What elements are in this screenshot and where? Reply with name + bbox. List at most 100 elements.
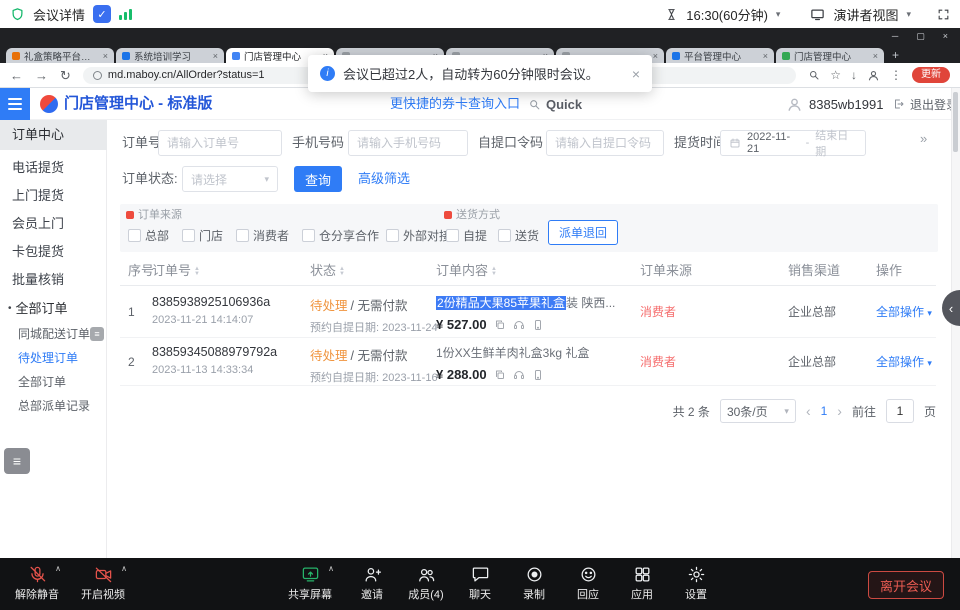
settings-button[interactable]: 设置	[669, 563, 723, 602]
forward-icon[interactable]: →	[35, 69, 48, 82]
reaction-button[interactable]: 回应	[561, 563, 615, 602]
sort-icon[interactable]: ▲▼	[491, 267, 497, 276]
browser-menu-icon[interactable]: ⋮	[890, 68, 902, 82]
browser-tab[interactable]: 平台管理中心×	[666, 48, 774, 63]
row-action-dropdown[interactable]: 全部操作 ▾	[876, 338, 932, 387]
checkbox-external[interactable]: 外部对接	[386, 227, 451, 244]
tab-close-icon[interactable]: ×	[873, 51, 878, 61]
meeting-control-widget[interactable]: ≡	[4, 448, 30, 474]
phone-input[interactable]	[348, 130, 468, 156]
security-shield-icon[interactable]	[10, 7, 25, 22]
sidebar-item-member-visit[interactable]: 会员上门	[0, 210, 107, 238]
copy-icon[interactable]	[494, 369, 506, 381]
window-maximize-icon[interactable]: ▢	[916, 31, 925, 42]
copy-icon[interactable]	[494, 319, 506, 331]
site-info-icon[interactable]	[93, 71, 102, 80]
sidebar-item-batch-verify[interactable]: 批量核销	[0, 266, 107, 294]
order-no-input[interactable]	[158, 130, 282, 156]
unmute-button[interactable]: ∧ 解除静音	[10, 563, 64, 602]
tab-close-icon[interactable]: ×	[763, 51, 768, 61]
coupon-query-link[interactable]: 更快捷的券卡查询入口	[390, 88, 520, 120]
browser-tab[interactable]: 系统培训学习×	[116, 48, 224, 63]
headset-icon[interactable]	[513, 369, 525, 381]
row-action-dropdown[interactable]: 全部操作 ▾	[876, 286, 932, 339]
sort-icon[interactable]: ▲▼	[339, 267, 345, 276]
share-screen-button[interactable]: ∧ 共享屏幕	[283, 563, 337, 602]
quick-search[interactable]: Quick	[528, 88, 582, 120]
chat-button[interactable]: 聊天	[453, 563, 507, 602]
browser-tab[interactable]: 门店管理中心×	[776, 48, 884, 63]
members-button[interactable]: 成员(4)	[399, 563, 453, 602]
mic-options-caret-icon[interactable]: ∧	[55, 564, 61, 573]
checkbox-warehouse-coop[interactable]: 仓分享合作	[302, 227, 379, 244]
date-range-picker[interactable]: 2022-11-21 - 结束日期	[720, 130, 866, 156]
checkbox-consumer[interactable]: 消费者	[236, 227, 289, 244]
next-page-icon[interactable]: ›	[837, 403, 842, 419]
sidebar-section-order-center[interactable]: 订单中心	[0, 120, 107, 150]
search-zoom-icon[interactable]	[808, 69, 820, 81]
user-account[interactable]: 8385wb1991	[786, 88, 883, 120]
checkbox-self-pickup[interactable]: 自提	[446, 227, 487, 244]
view-mode-label[interactable]: 演讲者视图	[833, 5, 898, 24]
tab-close-icon[interactable]: ×	[213, 51, 218, 61]
window-close-icon[interactable]: ×	[943, 31, 948, 42]
back-icon[interactable]: ←	[10, 69, 23, 82]
fullscreen-icon[interactable]	[937, 8, 950, 21]
time-caret-icon[interactable]: ▾	[776, 9, 781, 20]
sort-icon[interactable]: ▲▼	[194, 267, 200, 276]
headset-icon[interactable]	[513, 319, 525, 331]
checkbox-hq[interactable]: 总部	[128, 227, 169, 244]
current-page[interactable]: 1	[821, 404, 828, 418]
search-button[interactable]: 查询	[294, 166, 342, 192]
dispatch-return-button[interactable]: 派单退回	[548, 220, 618, 245]
record-button[interactable]: 录制	[507, 563, 561, 602]
col-content[interactable]: 订单内容▲▼	[436, 256, 497, 286]
advanced-filter-link[interactable]: 高级筛选	[358, 166, 410, 192]
video-options-caret-icon[interactable]: ∧	[121, 564, 127, 573]
prev-page-icon[interactable]: ‹	[806, 403, 811, 419]
col-status[interactable]: 状态▲▼	[310, 256, 345, 286]
invite-button[interactable]: 邀请	[345, 563, 399, 602]
toast-close-icon[interactable]: ×	[632, 66, 640, 82]
profile-avatar-icon[interactable]	[867, 69, 880, 82]
scrollbar-thumb[interactable]	[953, 92, 958, 152]
sidebar-sub-all-orders[interactable]: 全部订单	[0, 370, 107, 394]
browser-tab[interactable]: 礼盒策略平台管理中心×	[6, 48, 114, 63]
leave-meeting-button[interactable]: 离开会议	[868, 571, 944, 599]
tab-close-icon[interactable]: ×	[653, 51, 658, 61]
phone-icon[interactable]	[532, 319, 544, 331]
share-options-caret-icon[interactable]: ∧	[328, 564, 334, 573]
sidebar-item-phone-pickup[interactable]: 电话提货	[0, 154, 107, 182]
row-menu-icon[interactable]: ≡	[90, 327, 104, 341]
tab-close-icon[interactable]: ×	[103, 51, 108, 61]
side-panel-handle[interactable]: ‹	[942, 290, 960, 326]
sidebar-item-door-pickup[interactable]: 上门提货	[0, 182, 107, 210]
goto-page-input[interactable]	[886, 399, 914, 423]
sidebar-toggle-button[interactable]	[0, 88, 30, 120]
new-tab-icon[interactable]: +	[892, 48, 899, 62]
meeting-detail-label[interactable]: 会议详情	[33, 5, 85, 24]
meeting-time[interactable]: 16:30(60分钟)	[686, 5, 768, 24]
sidebar-sub-hq-dispatch[interactable]: 总部派单记录	[0, 394, 107, 418]
sidebar-sub-pending-orders[interactable]: 待处理订单	[0, 346, 107, 370]
pickup-code-input[interactable]	[546, 130, 664, 156]
sidebar-sub-city-delivery[interactable]: 同城配送订单 ≡	[0, 322, 107, 346]
bookmark-star-icon[interactable]: ☆	[830, 68, 841, 82]
start-video-button[interactable]: ∧ 开启视频	[76, 563, 130, 602]
logout-button[interactable]: 退出登录	[893, 88, 958, 120]
view-caret-icon[interactable]: ▾	[906, 9, 911, 20]
order-status-select[interactable]: 请选择 ▾	[182, 166, 278, 192]
col-order-no[interactable]: 订单号▲▼	[152, 256, 200, 286]
page-size-select[interactable]: 30条/页▾	[720, 399, 796, 423]
checkbox-store[interactable]: 门店	[182, 227, 223, 244]
window-minimize-icon[interactable]: ─	[892, 31, 898, 42]
refresh-icon[interactable]: ↻	[60, 69, 71, 82]
sidebar-item-card-pickup[interactable]: 卡包提货	[0, 238, 107, 266]
sidebar-group-all-orders[interactable]: • 全部订单	[0, 296, 107, 322]
phone-icon[interactable]	[532, 369, 544, 381]
apps-button[interactable]: 应用	[615, 563, 669, 602]
meeting-protection-badge-icon[interactable]: ✓	[93, 5, 111, 23]
checkbox-delivery[interactable]: 送货	[498, 227, 539, 244]
collapse-panel-icon[interactable]: »	[920, 131, 927, 146]
browser-update-button[interactable]: 更新	[912, 67, 950, 83]
